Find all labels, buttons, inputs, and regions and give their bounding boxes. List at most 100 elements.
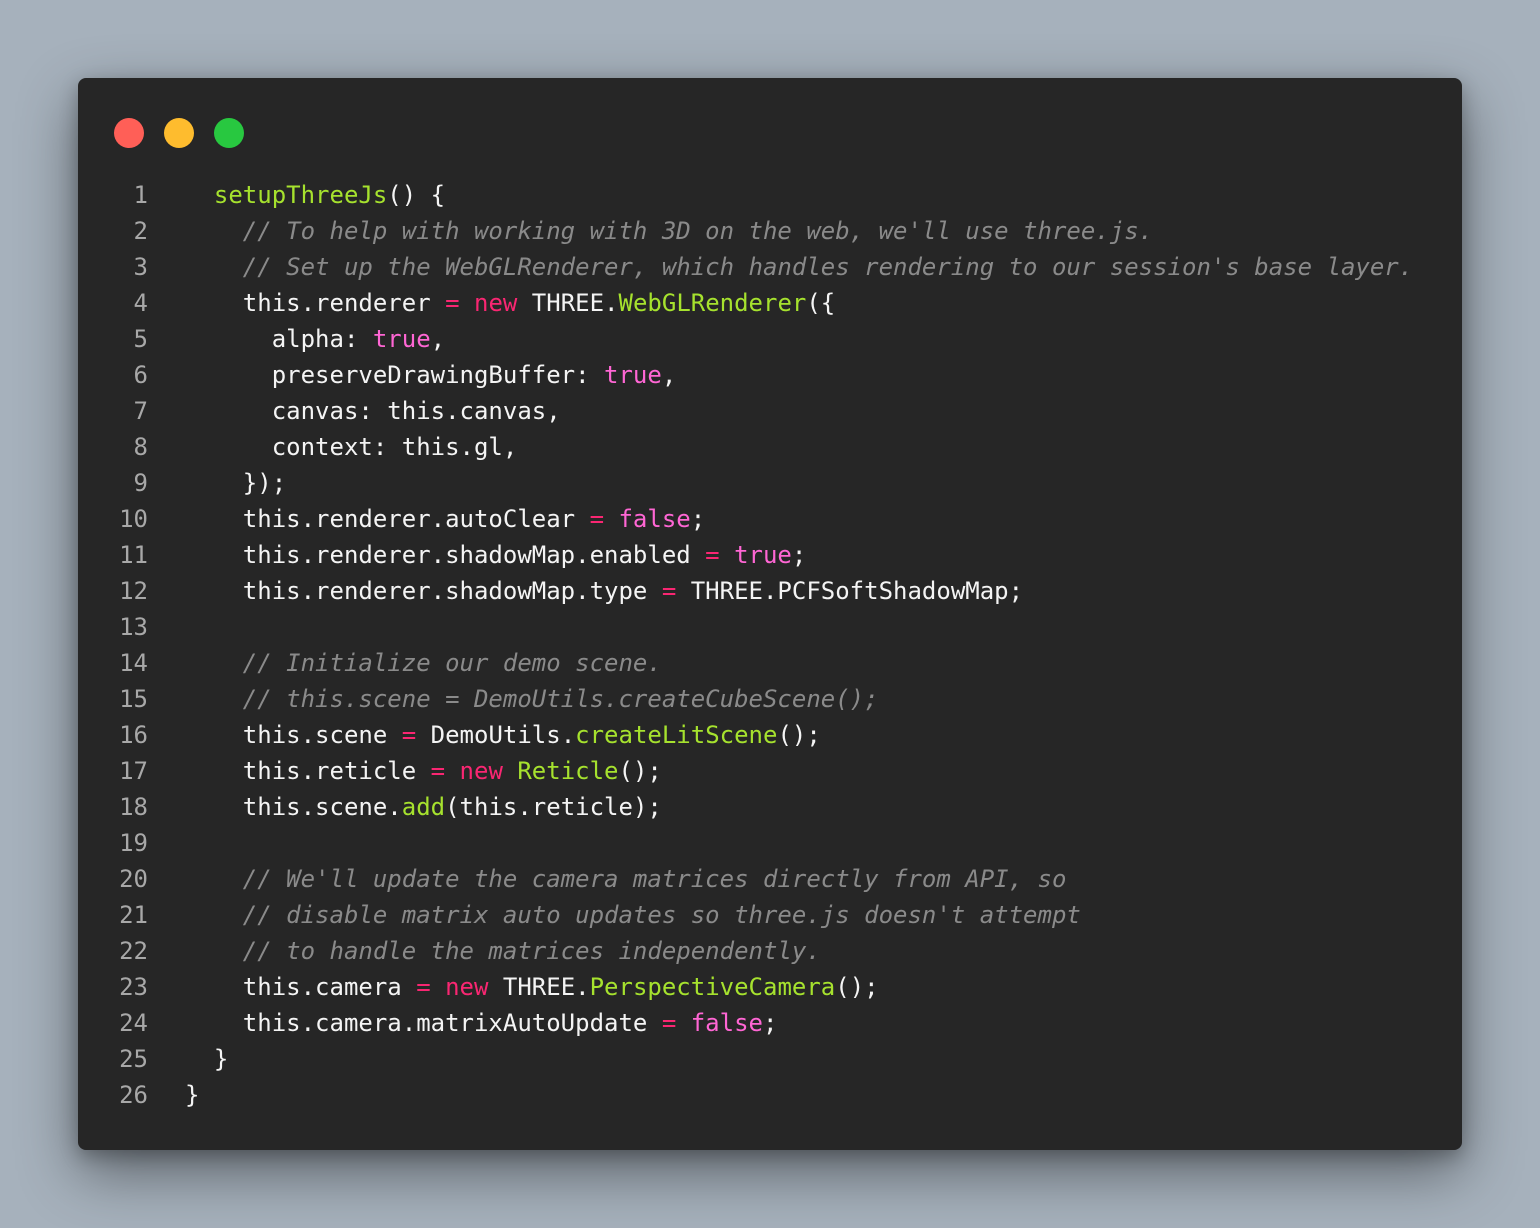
code-window: 1 setupThreeJs() {2 // To help with work…	[78, 78, 1462, 1150]
code-line: 26}	[78, 1077, 1462, 1113]
code-token: =	[589, 505, 605, 533]
code-token: =	[705, 541, 720, 569]
code-line: 3 // Set up the WebGLRenderer, which han…	[78, 249, 1462, 285]
code-token: this.scene.	[185, 793, 402, 821]
code-token: canvas: this.canvas,	[185, 397, 561, 425]
line-code: // We'll update the camera matrices dire…	[185, 861, 1067, 897]
code-token: add	[401, 793, 446, 821]
code-line: 1 setupThreeJs() {	[78, 177, 1462, 213]
code-token: THREE.	[517, 289, 619, 317]
code-line: 5 alpha: true,	[78, 321, 1462, 357]
code-line: 19	[78, 825, 1462, 861]
code-line: 10 this.renderer.autoClear = false;	[78, 501, 1462, 537]
code-token: () {	[387, 181, 446, 209]
code-token: Reticle	[517, 757, 619, 785]
code-token: =	[445, 289, 460, 317]
code-line: 12 this.renderer.shadowMap.type = THREE.…	[78, 573, 1462, 609]
line-number: 11	[119, 541, 148, 569]
line-code: this.renderer.autoClear = false;	[185, 501, 705, 537]
code-line: 7 canvas: this.canvas,	[78, 393, 1462, 429]
code-line: 21 // disable matrix auto updates so thr…	[78, 897, 1462, 933]
code-token: =	[661, 577, 677, 605]
code-token: DemoUtils.	[416, 721, 576, 749]
code-token: // Set up the WebGLRenderer, which handl…	[242, 253, 1414, 281]
code-token: this.scene	[185, 721, 402, 749]
line-number: 2	[133, 217, 148, 245]
line-code: // To help with working with 3D on the w…	[185, 213, 1153, 249]
line-number: 14	[119, 649, 148, 677]
code-line: 18 this.scene.add(this.reticle);	[78, 789, 1462, 825]
line-number: 21	[119, 901, 148, 929]
code-token: setupThreeJs	[213, 181, 388, 209]
code-line: 2 // To help with working with 3D on the…	[78, 213, 1462, 249]
code-token: // this.scene = DemoUtils.createCubeScen…	[242, 685, 879, 713]
line-number: 3	[133, 253, 148, 281]
code-token: false	[618, 505, 691, 533]
line-code: context: this.gl,	[185, 429, 518, 465]
code-token: THREE.	[488, 973, 590, 1001]
line-number: 25	[119, 1045, 148, 1073]
code-line: 6 preserveDrawingBuffer: true,	[78, 357, 1462, 393]
code-line: 13	[78, 609, 1462, 645]
line-code: // to handle the matrices independently.	[185, 933, 821, 969]
code-token: this.renderer	[185, 289, 446, 317]
code-line: 14 // Initialize our demo scene.	[78, 645, 1462, 681]
line-code: this.renderer = new THREE.WebGLRenderer(…	[185, 285, 835, 321]
code-token: // to handle the matrices independently.	[242, 937, 821, 965]
code-line: 9 });	[78, 465, 1462, 501]
code-token: // To help with working with 3D on the w…	[242, 217, 1154, 245]
code-token: ();	[835, 973, 879, 1001]
code-token: =	[401, 721, 417, 749]
code-token: ;	[762, 1009, 778, 1037]
code-token: this.camera.matrixAutoUpdate	[185, 1009, 662, 1037]
line-code: }	[185, 1041, 228, 1077]
code-line: 24 this.camera.matrixAutoUpdate = false;	[78, 1005, 1462, 1041]
code-token: new	[474, 289, 518, 317]
code-token: ();	[777, 721, 821, 749]
line-code: // disable matrix auto updates so three.…	[185, 897, 1081, 933]
code-token: ,	[430, 325, 446, 353]
code-token: // disable matrix auto updates so three.…	[242, 901, 1081, 929]
line-number: 7	[133, 397, 148, 425]
line-code: alpha: true,	[185, 321, 445, 357]
code-token: WebGLRenderer	[618, 289, 807, 317]
line-code: this.scene = DemoUtils.createLitScene();	[185, 717, 821, 753]
line-code: // this.scene = DemoUtils.createCubeScen…	[185, 681, 879, 717]
minimize-window-button[interactable]	[164, 118, 194, 148]
code-token: PerspectiveCamera	[589, 973, 836, 1001]
code-token: ;	[791, 541, 807, 569]
code-line: 23 this.camera = new THREE.PerspectiveCa…	[78, 969, 1462, 1005]
code-token: ({	[806, 289, 836, 317]
code-token: THREE.PCFSoftShadowMap;	[676, 577, 1024, 605]
line-code: this.scene.add(this.reticle);	[185, 789, 662, 825]
code-block: 1 setupThreeJs() {2 // To help with work…	[78, 177, 1462, 1113]
code-token: true	[604, 361, 662, 389]
code-token: new	[459, 757, 503, 785]
code-token: }	[185, 1081, 200, 1109]
code-token: true	[372, 325, 431, 353]
code-token: this.renderer.autoClear	[185, 505, 590, 533]
line-code: });	[185, 465, 286, 501]
code-line: 20 // We'll update the camera matrices d…	[78, 861, 1462, 897]
line-code: this.renderer.shadowMap.enabled = true;	[185, 537, 807, 573]
code-token: this.reticle	[185, 757, 431, 785]
line-code: preserveDrawingBuffer: true,	[185, 357, 677, 393]
line-code: setupThreeJs() {	[185, 177, 445, 213]
code-token: ();	[618, 757, 662, 785]
line-number: 19	[119, 829, 148, 857]
line-number: 24	[119, 1009, 148, 1037]
line-number: 13	[119, 613, 148, 641]
close-window-button[interactable]	[114, 118, 144, 148]
maximize-window-button[interactable]	[214, 118, 244, 148]
line-number: 26	[119, 1081, 148, 1109]
